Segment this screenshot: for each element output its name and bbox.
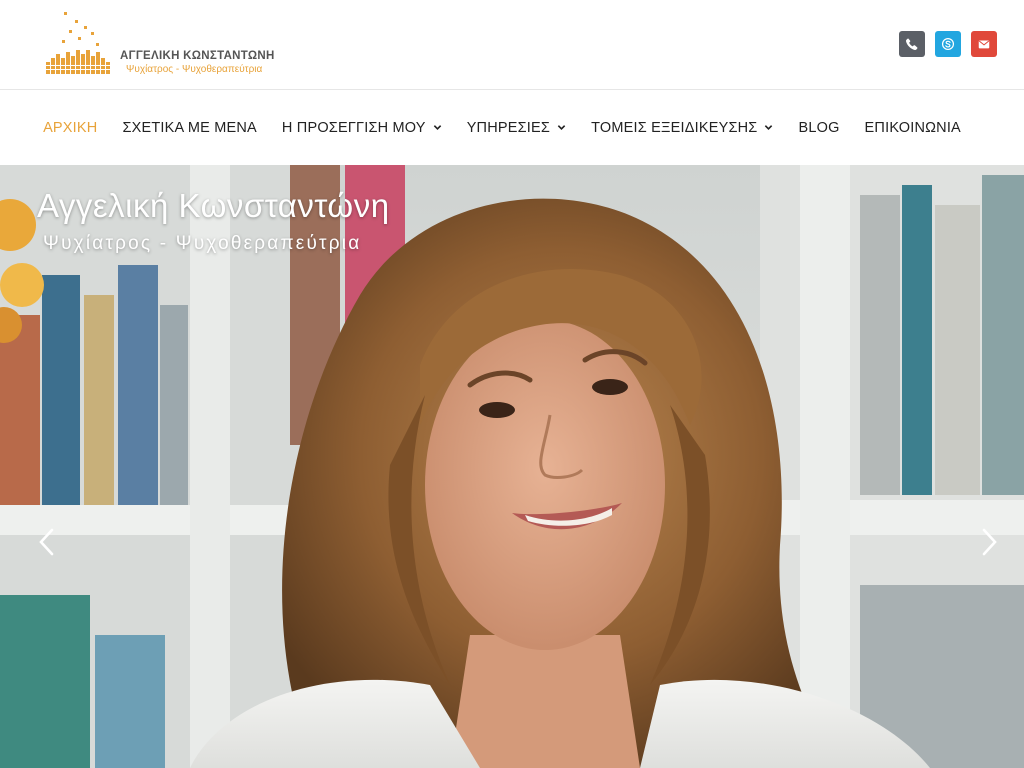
chevron-right-icon bbox=[982, 528, 997, 556]
nav-item-label: ΑΡΧΙΚΗ bbox=[43, 119, 98, 136]
nav-item-label: BLOG bbox=[798, 119, 840, 136]
chevron-down-icon bbox=[557, 125, 566, 130]
contact-icons bbox=[899, 31, 997, 57]
chevron-left-icon bbox=[39, 528, 54, 556]
chevron-down-icon bbox=[433, 125, 441, 130]
nav-item-contact[interactable]: ΕΠΙΚΟΙΝΩΝΙΑ bbox=[865, 120, 961, 136]
logo-mark-icon bbox=[44, 12, 112, 74]
hero-slider: Αγγελική Κωνσταντώνη Ψυχίατρος - Ψυχοθερ… bbox=[0, 165, 1024, 768]
nav-item-label: ΣΧΕΤΙΚΑ ΜΕ ΜΕΝΑ bbox=[122, 119, 257, 136]
phone-button[interactable] bbox=[899, 31, 925, 57]
hero-subtitle: Ψυχίατρος - Ψυχοθεραπεύτρια bbox=[43, 233, 362, 254]
email-icon bbox=[978, 40, 990, 49]
site-header: ΑΓΓΕΛΙΚΗ ΚΩΝΣΤΑΝΤΩΝΗ Ψυχίατρος - Ψυχοθερ… bbox=[0, 0, 1024, 90]
nav-item-label: Η ΠΡΟΣΕΓΓΙΣΗ ΜΟΥ bbox=[281, 119, 426, 136]
logo-name: ΑΓΓΕΛΙΚΗ ΚΩΝΣΤΑΝΤΩΝΗ bbox=[120, 50, 275, 62]
nav-item-about[interactable]: ΣΧΕΤΙΚΑ ΜΕ ΜΕΝΑ bbox=[122, 120, 256, 136]
phone-icon bbox=[905, 38, 918, 51]
nav-item-services[interactable]: ΥΠΗΡΕΣΙΕΣ bbox=[467, 120, 566, 136]
email-button[interactable] bbox=[971, 31, 997, 57]
hero-image bbox=[0, 165, 1024, 768]
main-navigation: ΑΡΧΙΚΗ ΣΧΕΤΙΚΑ ΜΕ ΜΕΝΑ Η ΠΡΟΣΕΓΓΙΣΗ ΜΟΥ … bbox=[0, 90, 1024, 165]
nav-item-label: ΕΠΙΚΟΙΝΩΝΙΑ bbox=[864, 119, 961, 136]
nav-item-label: ΤΟΜΕΙΣ ΕΞΕΙΔΙΚΕΥΣΗΣ bbox=[591, 119, 758, 136]
chevron-down-icon bbox=[765, 125, 773, 130]
slider-prev-button[interactable] bbox=[34, 522, 58, 562]
skype-button[interactable] bbox=[935, 31, 961, 57]
nav-menu: ΑΡΧΙΚΗ ΣΧΕΤΙΚΑ ΜΕ ΜΕΝΑ Η ΠΡΟΣΕΓΓΙΣΗ ΜΟΥ … bbox=[0, 90, 1024, 165]
nav-item-blog[interactable]: BLOG bbox=[798, 120, 839, 136]
nav-item-home[interactable]: ΑΡΧΙΚΗ bbox=[43, 120, 97, 136]
nav-item-label: ΥΠΗΡΕΣΙΕΣ bbox=[466, 119, 551, 136]
nav-item-approach[interactable]: Η ΠΡΟΣΕΓΓΙΣΗ ΜΟΥ bbox=[282, 120, 442, 136]
skype-icon bbox=[941, 37, 955, 51]
slider-next-button[interactable] bbox=[978, 522, 1002, 562]
logo-subtitle: Ψυχίατρος - Ψυχοθεραπεύτρια bbox=[126, 64, 263, 75]
nav-item-specialization[interactable]: ΤΟΜΕΙΣ ΕΞΕΙΔΙΚΕΥΣΗΣ bbox=[591, 120, 773, 136]
site-logo[interactable]: ΑΓΓΕΛΙΚΗ ΚΩΝΣΤΑΝΤΩΝΗ Ψυχίατρος - Ψυχοθερ… bbox=[44, 10, 274, 80]
hero-title: Αγγελική Κωνσταντώνη bbox=[37, 187, 390, 224]
